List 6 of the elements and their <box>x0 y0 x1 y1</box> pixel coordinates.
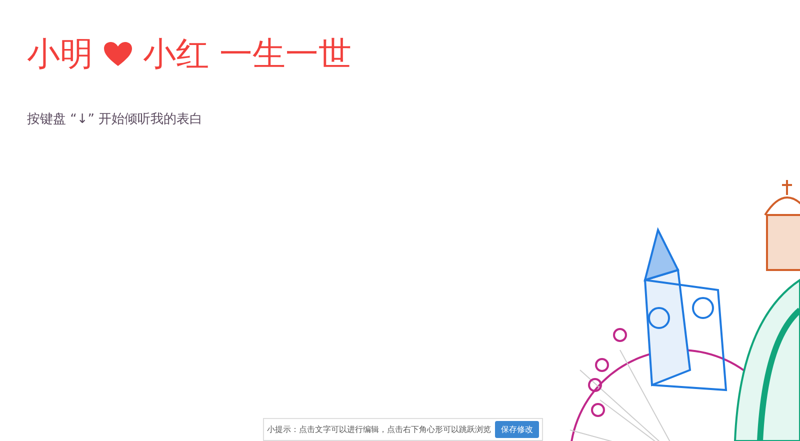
tip-text: 小提示：点击文字可以进行编辑，点击右下角心形可以跳跃浏览 <box>267 424 491 435</box>
title-name: 小明 <box>27 34 93 74</box>
save-button[interactable]: 保存修改 <box>495 421 539 438</box>
instruction-text: 按键盘 “↓” 开始倾听我的表白 <box>27 111 204 128</box>
heart-icon <box>103 41 133 67</box>
title-name: 小红 一生一世 <box>143 34 352 74</box>
